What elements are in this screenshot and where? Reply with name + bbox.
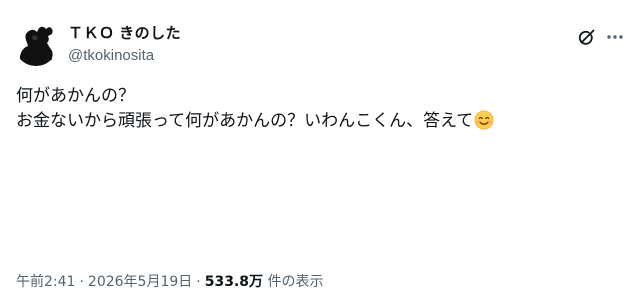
views-label: 件の表示 (263, 274, 324, 290)
tweet-text-line-2-content: お金ないから頑張って何があかんの？いわんこくん、答えて (16, 111, 474, 131)
avatar[interactable] (14, 22, 58, 66)
grok-button[interactable] (574, 24, 600, 50)
tweet-time[interactable]: 午前2:41 (16, 274, 75, 290)
more-icon (607, 35, 623, 39)
views-count[interactable]: 533.8万 (205, 274, 263, 290)
more-button[interactable] (602, 24, 628, 50)
tweet-meta: 午前2:41 · 2026年5月19日 · 533.8万 件の表示 (16, 272, 323, 292)
avatar-image (14, 22, 58, 66)
tweet-date[interactable]: 2026年5月19日 (88, 274, 192, 290)
user-handle[interactable]: @tkokinosita (68, 46, 181, 66)
tweet-text: 何があかんの？ お金ないから頑張って何があかんの？いわんこくん、答えて (16, 84, 616, 138)
meta-separator: · (79, 274, 84, 290)
display-name[interactable]: ＴＫＯ きのした (68, 24, 181, 44)
tweet-text-line-1: 何があかんの？ (16, 86, 135, 106)
author-block: ＴＫＯ きのした @tkokinosita (68, 24, 181, 66)
smiling-face-icon (474, 110, 494, 138)
grok-icon (578, 29, 595, 45)
tweet-text-line-2: お金ないから頑張って何があかんの？いわんこくん、答えて (16, 109, 616, 138)
meta-separator: · (196, 274, 201, 290)
tweet-card: ＴＫＯ きのした @tkokinosita 何があかんの？ お金ないから頑張って… (0, 0, 640, 307)
